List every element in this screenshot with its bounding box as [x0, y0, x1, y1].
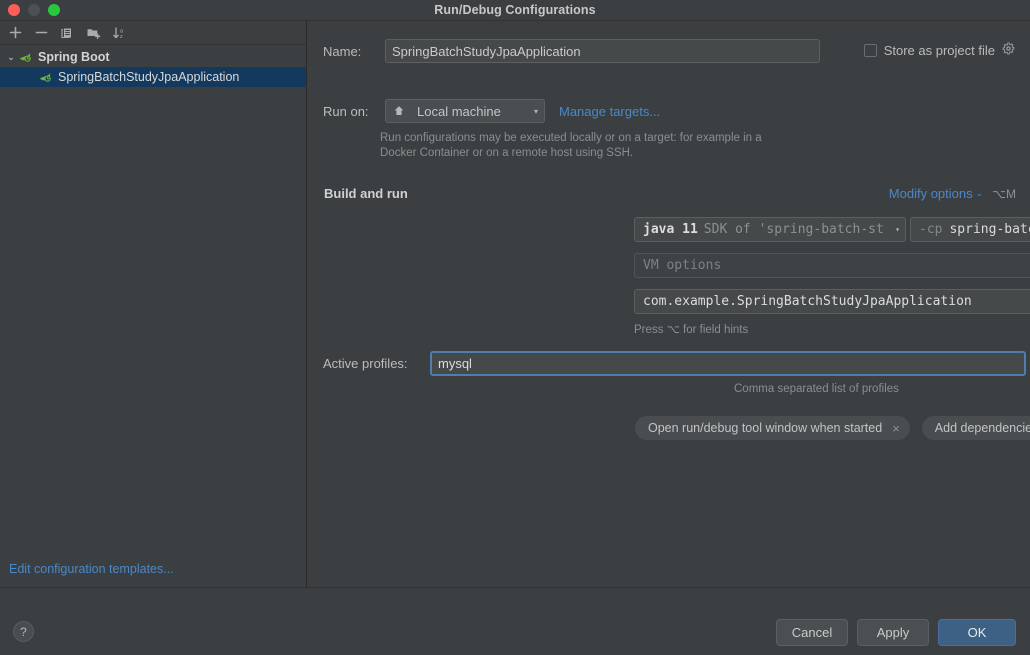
manage-targets-link[interactable]: Manage targets... — [559, 104, 660, 119]
chevron-down-icon[interactable]: ▾ — [534, 107, 540, 116]
close-icon[interactable]: × — [892, 422, 900, 435]
classpath-module-dropdown[interactable]: -cp spring-batch-study-jpa.main ▾ — [910, 217, 1030, 242]
svg-text:z: z — [120, 34, 123, 40]
configurations-tree: ⌄ Spring Boot SpringBatchStudyJpaApplica… — [0, 45, 306, 87]
run-on-label: Run on: — [323, 103, 369, 119]
main-class-field[interactable]: com.example.SpringBatchStudyJpaApplicati… — [634, 289, 1030, 314]
modify-options-shortcut: ⌥M — [992, 186, 1016, 201]
dialog-action-buttons: Cancel Apply OK — [776, 619, 1016, 646]
copy-icon — [61, 28, 71, 38]
store-as-project-file-group[interactable]: Store as project file — [863, 42, 1015, 58]
chip-open-run-debug-tool-window[interactable]: Open run/debug tool window when started … — [635, 416, 910, 440]
tree-item-label: SpringBatchStudyJpaApplication — [58, 70, 240, 84]
modify-options-group: Modify options ⌄ ⌥M — [889, 186, 1016, 201]
main-class-value: com.example.SpringBatchStudyJpaApplicati… — [643, 294, 972, 309]
run-on-row: Run on: Local machine ▾ Manage targets..… — [323, 99, 660, 123]
active-profiles-input-wrapper — [430, 351, 1026, 376]
remove-configuration-button[interactable] — [29, 22, 53, 44]
copy-configuration-button[interactable] — [55, 22, 79, 44]
name-label: Name: — [323, 43, 362, 59]
minus-icon — [35, 31, 47, 34]
vm-options-placeholder: VM options — [643, 258, 722, 273]
cancel-button[interactable]: Cancel — [776, 619, 848, 646]
chevron-down-icon[interactable]: ▾ — [895, 225, 900, 234]
add-configuration-button[interactable] — [3, 22, 27, 44]
classpath-module: spring-batch-study-jpa.main — [949, 222, 1030, 237]
build-and-run-section-header: Build and run Modify options ⌄ ⌥M — [324, 186, 1016, 201]
spring-boot-icon — [18, 50, 33, 64]
title-bar: Run/Debug Configurations — [0, 0, 1030, 21]
name-input[interactable] — [385, 39, 820, 63]
run-debug-configurations-dialog: Run/Debug Configurations a z ⌄ Spring Bo… — [0, 0, 1030, 655]
ok-button[interactable]: OK — [938, 619, 1016, 646]
active-profiles-input[interactable] — [430, 351, 1026, 376]
save-configuration-button[interactable] — [81, 22, 105, 44]
active-profiles-row: Active profiles: — [323, 351, 1026, 376]
chip-label: Open run/debug tool window when started — [648, 421, 883, 435]
sort-alphabetically-icon: a z — [112, 26, 123, 40]
modify-options-link[interactable]: Modify options — [889, 186, 973, 201]
chevron-down-icon[interactable]: ⌄ — [4, 52, 18, 63]
jdk-dropdown[interactable]: java 11 SDK of 'spring-batch-st ▾ — [634, 217, 906, 242]
tree-item-spring-batch-study-jpa-application[interactable]: SpringBatchStudyJpaApplication — [0, 67, 306, 87]
field-hints-text: Press ⌥ for field hints — [634, 324, 749, 336]
local-machine-icon — [393, 105, 405, 117]
chip-label: Add dependencies with “provided” scope t… — [934, 421, 1030, 435]
build-and-run-title: Build and run — [324, 186, 408, 201]
jdk-name: java 11 — [643, 222, 698, 237]
dialog-footer: ? Cancel Apply OK — [0, 587, 1030, 655]
run-on-target-value: Local machine — [417, 103, 501, 119]
sidebar-toolbar: a z — [0, 21, 306, 45]
sort-configurations-button[interactable]: a z — [107, 22, 131, 44]
configuration-editor-panel: Name: Store as project file Run on: — [308, 21, 1030, 587]
run-on-target-dropdown[interactable]: Local machine ▾ — [385, 99, 545, 123]
active-profiles-hint: Comma separated list of profiles — [734, 383, 899, 395]
store-as-project-file-checkbox[interactable] — [863, 43, 877, 57]
gear-icon[interactable] — [1002, 42, 1015, 58]
spring-boot-icon — [38, 70, 53, 84]
help-button[interactable]: ? — [13, 621, 34, 642]
folder-add-icon — [87, 28, 100, 39]
apply-button[interactable]: Apply — [857, 619, 929, 646]
name-row: Name: Store as project file — [323, 39, 1015, 63]
classpath-flag: -cp — [919, 222, 943, 237]
option-chips: Open run/debug tool window when started … — [635, 416, 1030, 440]
tree-group-spring-boot[interactable]: ⌄ Spring Boot — [0, 47, 306, 67]
run-on-hint-text: Run configurations may be executed local… — [380, 132, 762, 159]
store-as-project-file-label: Store as project file — [883, 42, 995, 58]
edit-configuration-templates-link[interactable]: Edit configuration templates... — [9, 562, 174, 576]
jdk-description: SDK of 'spring-batch-st — [703, 222, 884, 237]
active-profiles-label: Active profiles: — [323, 356, 408, 371]
configurations-sidebar: a z ⌄ Spring Boot SpringBatchStudyJpaApp… — [0, 21, 307, 587]
plus-icon — [9, 26, 21, 39]
dialog-title: Run/Debug Configurations — [434, 3, 596, 17]
jdk-row: java 11 SDK of 'spring-batch-st ▾ — [634, 217, 906, 242]
name-input-wrapper — [385, 39, 820, 63]
vm-options-field[interactable]: VM options — [634, 253, 1030, 278]
chip-add-provided-dependencies[interactable]: Add dependencies with “provided” scope t… — [921, 416, 1030, 440]
tree-group-label: Spring Boot — [38, 50, 110, 64]
chevron-down-icon[interactable]: ⌄ — [976, 188, 984, 199]
